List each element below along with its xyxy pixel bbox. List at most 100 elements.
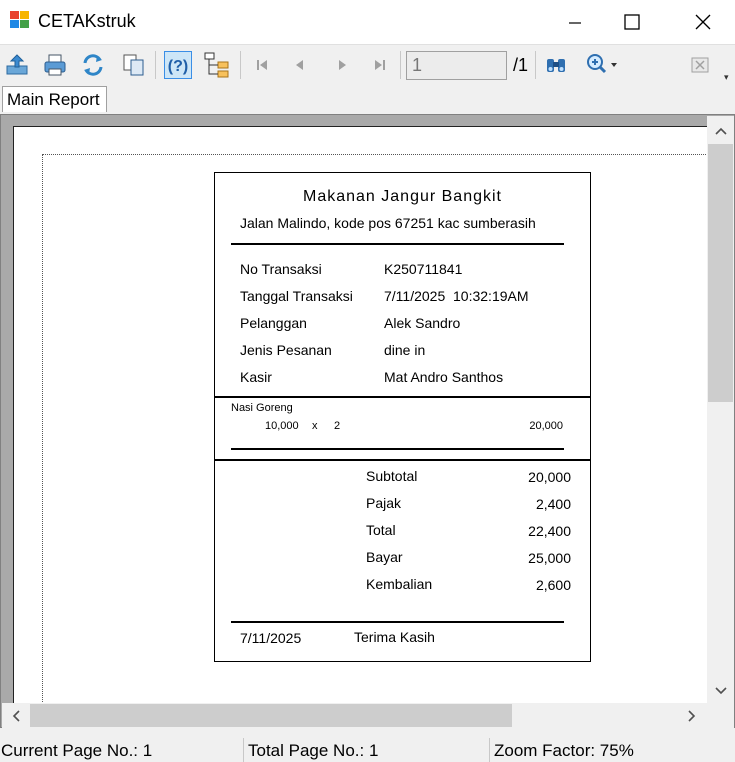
horizontal-scroll-thumb[interactable]	[30, 704, 512, 727]
print-icon	[44, 54, 66, 76]
status-divider	[489, 738, 490, 762]
scroll-right-button[interactable]	[679, 703, 704, 728]
cashier-name: Mat Andro Santhos	[384, 369, 504, 385]
divider	[231, 621, 564, 623]
next-page-icon	[339, 60, 346, 70]
first-page-icon	[257, 60, 267, 70]
print-button[interactable]	[41, 51, 69, 79]
close-button[interactable]	[680, 0, 726, 44]
close-view-button[interactable]	[686, 51, 714, 79]
transaction-number: K250711841	[384, 261, 463, 277]
info-label: No Transaksi	[240, 261, 322, 277]
refresh-button[interactable]	[79, 51, 107, 79]
app-icon	[10, 11, 29, 28]
vertical-scrollbar[interactable]	[707, 116, 734, 704]
find-icon	[547, 59, 565, 72]
info-label: Kasir	[240, 369, 272, 385]
group-tree-button[interactable]	[203, 51, 231, 79]
page-number-input[interactable]: 1	[406, 51, 507, 80]
summary-label: Total	[366, 522, 396, 538]
help-button[interactable]: (?)	[164, 51, 192, 79]
info-label: Jenis Pesanan	[240, 342, 332, 358]
scroll-left-button[interactable]	[3, 703, 28, 728]
store-address: Jalan Malindo, kode pos 67251 kac sumber…	[240, 215, 536, 231]
paid-value: 25,000	[528, 550, 571, 566]
window-title: CETAKstruk	[38, 11, 136, 31]
summary-label: Pajak	[366, 495, 402, 511]
divider	[231, 243, 564, 245]
item-total: 20,000	[529, 420, 563, 432]
svg-text:(?): (?)	[168, 58, 188, 75]
status-bar: Current Page No.: 1 Total Page No.: 1 Zo…	[0, 738, 735, 762]
customer-name: Alek Sandro	[384, 315, 461, 331]
info-label: Pelanggan	[240, 315, 307, 331]
maximize-button[interactable]	[609, 0, 655, 44]
copy-button[interactable]	[120, 51, 148, 79]
toolbar: (?) 1 /1 ▾	[0, 44, 735, 84]
title-bar: CETAKstruk	[0, 0, 735, 44]
close-icon	[695, 14, 711, 30]
footer-date: 7/11/2025	[240, 630, 302, 646]
scrollbar-corner	[707, 703, 734, 728]
report-page: Makanan Jangur Bangkit Jalan Malindo, ko…	[13, 126, 707, 706]
refresh-icon	[83, 54, 103, 76]
copy-icon	[123, 54, 144, 76]
zoom-icon	[587, 54, 607, 74]
chevron-down-icon	[714, 686, 727, 694]
summary-label: Kembalian	[366, 576, 433, 592]
summary-label: Bayar	[366, 549, 403, 565]
change-value: 2,600	[535, 577, 571, 593]
report-viewport: Makanan Jangur Bangkit Jalan Malindo, ko…	[0, 114, 735, 728]
export-icon	[6, 54, 28, 75]
subtotal-value: 20,000	[528, 469, 571, 485]
prev-page-icon	[296, 60, 303, 70]
chevron-down-icon	[611, 63, 617, 67]
zoom-factor-status: Zoom Factor: 75%	[494, 741, 634, 760]
toolbar-overflow-icon[interactable]: ▾	[724, 72, 729, 83]
minimize-icon	[569, 22, 581, 24]
scroll-up-button[interactable]	[708, 118, 733, 143]
next-page-button[interactable]	[328, 51, 356, 79]
summary-label: Subtotal	[366, 468, 418, 484]
previous-page-button[interactable]	[286, 51, 314, 79]
divider	[231, 448, 564, 450]
group-tree-icon	[204, 52, 229, 78]
last-page-icon	[375, 60, 385, 70]
total-pages-label: /1	[513, 55, 529, 75]
first-page-button[interactable]	[248, 51, 276, 79]
help-icon: (?)	[168, 58, 188, 75]
find-button[interactable]	[542, 51, 570, 79]
tab-strip: Main Report	[0, 84, 735, 114]
horizontal-scrollbar[interactable]	[2, 703, 707, 728]
report-viewer-window: CETAKstruk (?) 1 /1 ▾ Main Report Makana…	[0, 0, 735, 762]
scroll-down-button[interactable]	[708, 678, 733, 703]
toolbar-separator	[535, 51, 536, 79]
item-price: 10,000	[265, 420, 299, 432]
zoom-dropdown-button[interactable]	[580, 51, 622, 79]
last-page-button[interactable]	[366, 51, 394, 79]
toolbar-separator	[400, 51, 401, 79]
order-type: dine in	[384, 342, 426, 358]
total-value: 22,400	[528, 523, 571, 539]
divider	[215, 459, 590, 461]
maximize-icon	[624, 14, 640, 30]
vertical-scroll-thumb[interactable]	[708, 144, 733, 402]
minimize-button[interactable]	[552, 0, 598, 44]
close-view-icon	[691, 57, 709, 73]
export-button[interactable]	[3, 51, 31, 79]
toolbar-separator	[155, 51, 156, 79]
store-name: Makanan Jangur Bangkit	[303, 188, 502, 205]
toolbar-separator	[240, 51, 241, 79]
chevron-right-icon	[687, 709, 695, 722]
chevron-left-icon	[12, 709, 20, 722]
tab-main-report[interactable]: Main Report	[2, 86, 107, 112]
divider	[215, 396, 590, 398]
tax-value: 2,400	[535, 496, 571, 512]
item-name: Nasi Goreng	[231, 402, 293, 414]
status-divider	[243, 738, 244, 762]
total-page-status: Total Page No.: 1	[248, 741, 379, 760]
thank-you-text: Terima Kasih	[354, 629, 435, 645]
item-multiplier: x	[312, 420, 318, 432]
info-label: Tanggal Transaksi	[240, 288, 353, 304]
current-page-status: Current Page No.: 1	[1, 741, 153, 760]
